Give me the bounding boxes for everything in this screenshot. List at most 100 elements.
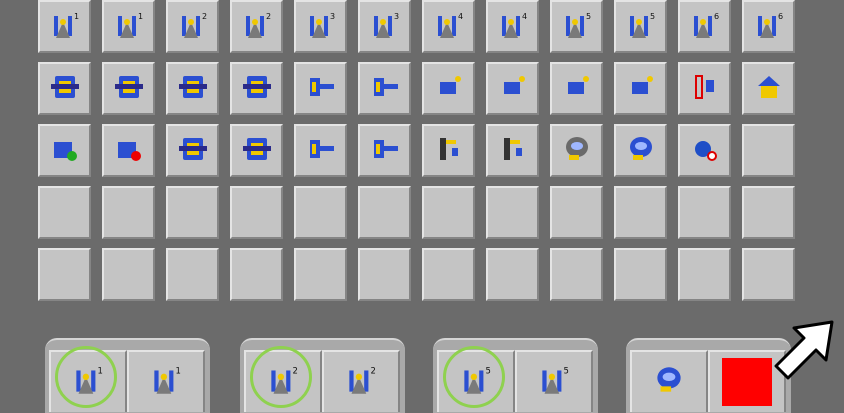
clamp-close-button[interactable] — [230, 62, 283, 115]
status-dot-button[interactable] — [678, 124, 731, 177]
insert-left-button[interactable] — [102, 62, 155, 115]
empty-slot-button[interactable] — [102, 248, 155, 301]
sensor-2-button[interactable] — [486, 62, 539, 115]
sensor-1-icon — [432, 70, 466, 108]
svg-text:6: 6 — [714, 12, 719, 21]
empty-slot-button[interactable] — [358, 186, 411, 239]
weld-slot-1-alt-button[interactable]: 1 — [102, 0, 155, 53]
empty-slot-button[interactable] — [678, 186, 731, 239]
load-part-button[interactable] — [38, 124, 91, 177]
pin-retract-button[interactable] — [358, 124, 411, 177]
chain-link-button[interactable] — [678, 62, 731, 115]
weld-slot-3-alt-button[interactable]: 3 — [358, 0, 411, 53]
reject-part-button[interactable] — [102, 124, 155, 177]
svg-text:2: 2 — [266, 12, 271, 21]
weld-slot-2-button[interactable]: 2 — [166, 0, 219, 53]
clamp-open-icon — [176, 70, 210, 108]
weld-slot-6-alt-button[interactable]: 6 — [742, 0, 795, 53]
svg-text:4: 4 — [458, 12, 463, 21]
weld-slot-2-icon: 2 — [265, 362, 301, 402]
empty-slot-button[interactable] — [550, 186, 603, 239]
empty-slot-button[interactable] — [102, 186, 155, 239]
empty-slot-button[interactable] — [614, 248, 667, 301]
weld-slot-1-alt-button[interactable]: 1 — [127, 350, 205, 412]
white-arrow-cursor-icon — [774, 320, 834, 380]
weld-slot-1-button[interactable]: 1 — [38, 0, 91, 53]
weld-slot-3-alt-icon: 3 — [368, 8, 402, 46]
bottom-toolbar: 112255 — [0, 338, 844, 413]
empty-slot-button[interactable] — [742, 248, 795, 301]
weld-slot-6-alt-icon: 6 — [752, 8, 786, 46]
weld-slot-5-button[interactable]: 5 — [437, 350, 515, 412]
weld-slot-4-alt-button[interactable]: 4 — [486, 0, 539, 53]
chain-link-icon — [688, 70, 722, 108]
svg-text:2: 2 — [371, 366, 376, 376]
svg-text:5: 5 — [486, 366, 491, 376]
rotate-gray-button[interactable] — [550, 124, 603, 177]
weld-slot-4-alt-icon: 4 — [496, 8, 530, 46]
empty-slot-button[interactable] — [230, 186, 283, 239]
weld-slot-4-button[interactable]: 4 — [422, 0, 475, 53]
weld-slot-1-button[interactable]: 1 — [49, 350, 127, 412]
empty-slot-button[interactable] — [422, 248, 475, 301]
rotate-blue-icon — [624, 132, 658, 170]
weld-slot-1-icon: 1 — [70, 362, 106, 402]
station-home-button[interactable] — [742, 62, 795, 115]
empty-slot-button[interactable] — [678, 248, 731, 301]
gripper-open-icon — [176, 132, 210, 170]
load-part-icon — [48, 132, 82, 170]
empty-slot-button[interactable] — [38, 186, 91, 239]
empty-slot-button[interactable] — [550, 248, 603, 301]
weld-slot-4-icon: 4 — [432, 8, 466, 46]
status-dot-icon — [688, 132, 722, 170]
rotate-blue-button[interactable] — [630, 350, 708, 412]
rotate-blue-button[interactable] — [614, 124, 667, 177]
empty-slot-button[interactable] — [486, 186, 539, 239]
lift-up-button[interactable] — [422, 124, 475, 177]
empty-slot-button[interactable] — [742, 124, 795, 177]
empty-slot-button[interactable] — [742, 186, 795, 239]
slide-back-icon — [368, 70, 402, 108]
weld-slot-6-button[interactable]: 6 — [678, 0, 731, 53]
empty-slot-button[interactable] — [230, 248, 283, 301]
empty-slot-button[interactable] — [422, 186, 475, 239]
lift-up-icon — [432, 132, 466, 170]
empty-slot-button[interactable] — [166, 248, 219, 301]
camera-1-button[interactable] — [550, 62, 603, 115]
weld-slot-2-alt-icon: 2 — [240, 8, 274, 46]
slide-forward-button[interactable] — [294, 62, 347, 115]
empty-slot-button[interactable] — [38, 248, 91, 301]
weld-slot-5-alt-button[interactable]: 5 — [515, 350, 593, 412]
weld-slot-2-alt-button[interactable]: 2 — [230, 0, 283, 53]
weld-slot-3-icon: 3 — [304, 8, 338, 46]
sensor-1-button[interactable] — [422, 62, 475, 115]
svg-text:6: 6 — [778, 12, 783, 21]
clamp-open-button[interactable] — [166, 62, 219, 115]
pin-extend-button[interactable] — [294, 124, 347, 177]
pin-extend-icon — [304, 132, 338, 170]
empty-slot-button[interactable] — [166, 186, 219, 239]
weld-slot-2-alt-button[interactable]: 2 — [322, 350, 400, 412]
weld-slot-2-button[interactable]: 2 — [244, 350, 322, 412]
svg-text:1: 1 — [138, 12, 143, 21]
gripper-close-icon — [240, 132, 274, 170]
empty-slot-button[interactable] — [294, 248, 347, 301]
weld-slot-3-button[interactable]: 3 — [294, 0, 347, 53]
gripper-close-button[interactable] — [230, 124, 283, 177]
group-3: 55 — [433, 338, 598, 413]
weld-slot-5-button[interactable]: 5 — [550, 0, 603, 53]
group-2: 22 — [240, 338, 405, 413]
slide-back-button[interactable] — [358, 62, 411, 115]
svg-text:2: 2 — [202, 12, 207, 21]
empty-slot-button[interactable] — [614, 186, 667, 239]
empty-slot-button[interactable] — [294, 186, 347, 239]
weld-slot-1-alt-icon: 1 — [148, 362, 184, 402]
camera-2-button[interactable] — [614, 62, 667, 115]
weld-slot-5-alt-button[interactable]: 5 — [614, 0, 667, 53]
empty-slot-button[interactable] — [486, 248, 539, 301]
empty-slot-button[interactable] — [358, 248, 411, 301]
lift-down-button[interactable] — [486, 124, 539, 177]
gripper-open-button[interactable] — [166, 124, 219, 177]
insert-right-button[interactable] — [38, 62, 91, 115]
weld-slot-5-alt-icon: 5 — [536, 362, 572, 402]
